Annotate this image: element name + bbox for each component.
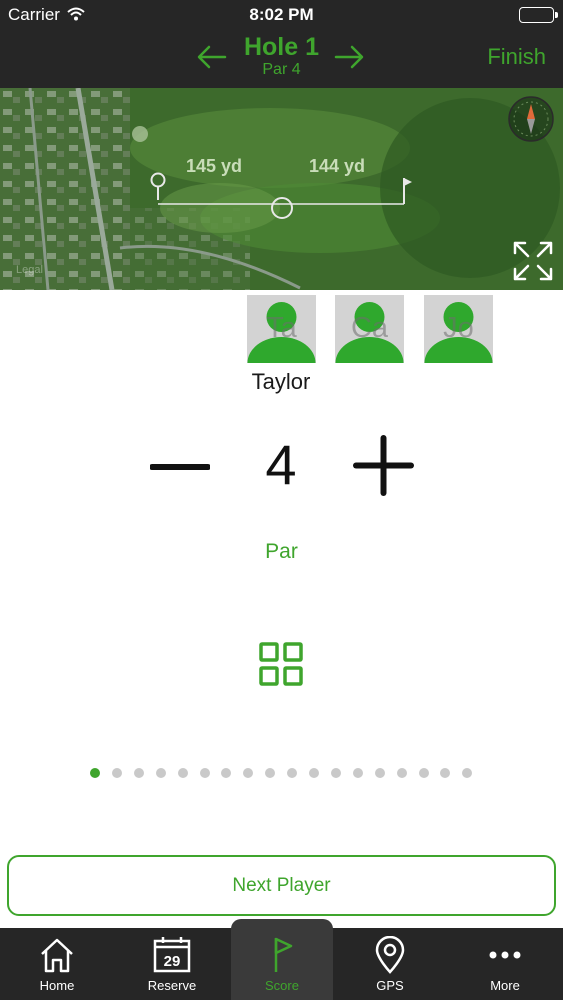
- page-dot: [440, 768, 451, 778]
- arrow-right-icon: [334, 45, 364, 69]
- home-icon: [41, 938, 73, 973]
- score-value: 4: [265, 433, 297, 496]
- player-avatar-2[interactable]: Ca: [335, 295, 404, 363]
- page-dot: [177, 768, 188, 778]
- next-hole-button[interactable]: [333, 42, 365, 72]
- page-dot: [374, 768, 385, 778]
- top-bar: Carrier 8:02 PM Hole 1 Par 4 Finish: [0, 0, 563, 88]
- page-dot: [418, 768, 429, 778]
- calendar-icon: 29: [153, 937, 191, 973]
- tab-more-label: More: [490, 978, 520, 993]
- distance-label-tee: 145 yd: [186, 156, 243, 176]
- player-initials: Ta: [266, 312, 297, 344]
- plus-icon: [353, 435, 414, 496]
- player-avatar-1[interactable]: Ta: [247, 295, 316, 363]
- page-dot: [243, 768, 254, 778]
- tab-reserve-label: Reserve: [147, 978, 197, 993]
- location-pin-icon: [375, 936, 405, 974]
- tab-reserve[interactable]: 29 Reserve: [121, 928, 223, 1000]
- flag-icon: [274, 937, 293, 972]
- satellite-map-image: [0, 88, 563, 290]
- tab-home-label: Home: [39, 978, 75, 993]
- score-label: Par: [265, 540, 298, 563]
- page-dot: [462, 768, 473, 778]
- next-player-button[interactable]: Next Player: [7, 855, 556, 916]
- tab-score-label: Score: [265, 978, 299, 993]
- page-dot: [133, 768, 144, 778]
- page-dot: [352, 768, 363, 778]
- grid-icon: [259, 642, 303, 686]
- tab-gps-label: GPS: [376, 978, 404, 993]
- distance-label-green: 144 yd: [309, 156, 366, 176]
- decrease-score-button[interactable]: [149, 437, 211, 497]
- tab-gps[interactable]: GPS: [339, 928, 441, 1000]
- calendar-day: 29: [164, 953, 181, 970]
- hole-title: Hole 1: [243, 33, 320, 61]
- page-dot: [111, 768, 122, 778]
- page-dot: [287, 768, 298, 778]
- player-avatar-3[interactable]: Jo: [424, 295, 493, 363]
- page-dot: [265, 768, 276, 778]
- tab-more[interactable]: More: [454, 928, 556, 1000]
- page-dot: [221, 768, 232, 778]
- battery-icon: [519, 7, 558, 23]
- page-dot: [90, 768, 100, 778]
- compass-icon[interactable]: [508, 96, 554, 142]
- more-dots-icon: [489, 951, 521, 959]
- increase-score-button[interactable]: [353, 435, 414, 496]
- page-dot: [330, 768, 341, 778]
- scorecard-grid-button[interactable]: [258, 641, 304, 687]
- page-dot: [396, 768, 407, 778]
- minus-icon: [149, 464, 211, 470]
- tab-bar: Home 29 Reserve Score GPS More: [0, 919, 563, 1000]
- page-dot: [199, 768, 210, 778]
- tab-score[interactable]: Score: [231, 919, 333, 1000]
- finish-button[interactable]: Finish: [487, 44, 546, 70]
- expand-map-button[interactable]: [512, 240, 554, 282]
- page-dot: [309, 768, 319, 778]
- player-initials: Jo: [443, 312, 474, 344]
- current-player-name: Taylor: [251, 369, 311, 394]
- player-initials: Ca: [350, 312, 389, 344]
- expand-icon: [513, 241, 553, 281]
- hole-par: Par 4: [262, 61, 301, 78]
- page-dot: [155, 768, 166, 778]
- status-time: 8:02 PM: [249, 5, 314, 24]
- status-bar: Carrier 8:02 PM: [0, 0, 563, 30]
- hole-map[interactable]: 145 yd 144 yd Legal: [0, 88, 563, 290]
- tab-home[interactable]: Home: [6, 928, 108, 1000]
- legal-label[interactable]: Legal: [16, 264, 43, 276]
